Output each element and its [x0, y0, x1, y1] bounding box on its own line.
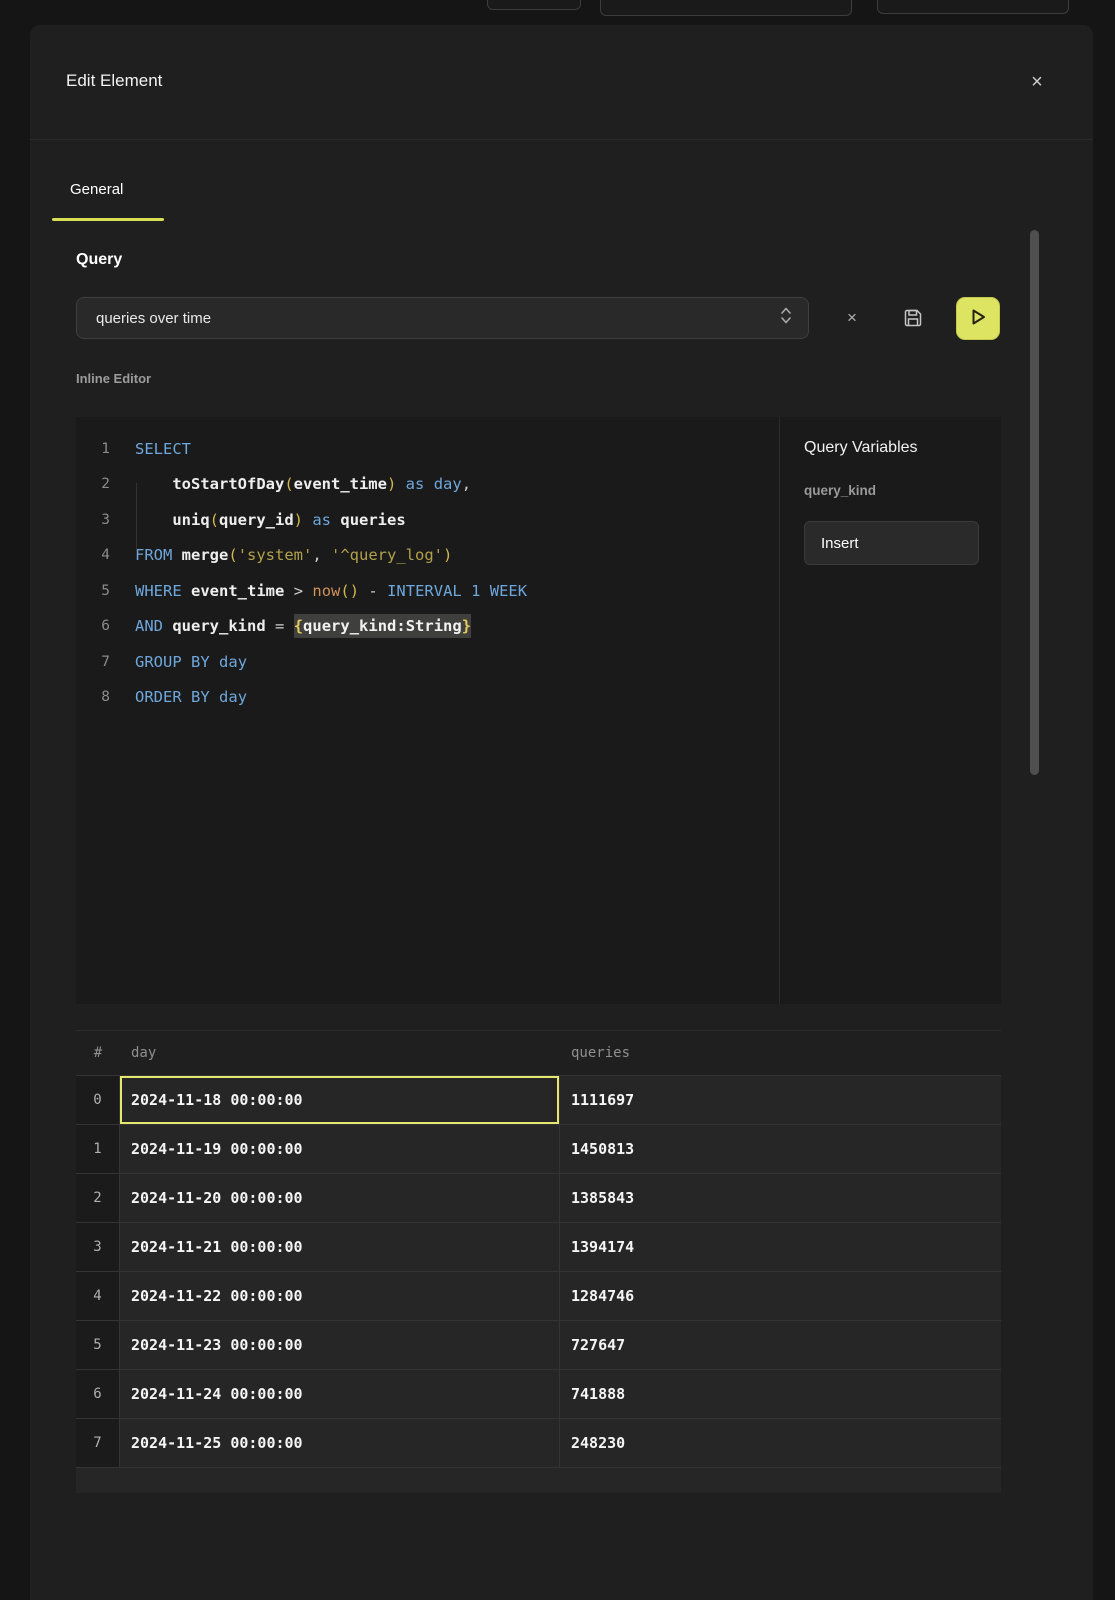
- play-icon: [967, 306, 989, 331]
- code-text: WHERE event_time > now() - INTERVAL 1 WE…: [135, 582, 527, 600]
- inline-editor-label: Inline Editor: [76, 371, 151, 386]
- code-line[interactable]: 4 FROM merge('system', '^query_log'): [76, 538, 779, 574]
- insert-variable-button[interactable]: Insert: [804, 521, 979, 565]
- line-number: 5: [76, 583, 110, 599]
- background-toolbar-input: [600, 0, 852, 16]
- table-row: 62024-11-24 00:00:00741888: [76, 1370, 1001, 1419]
- background-toolbar-button: [487, 0, 581, 10]
- row-index-cell[interactable]: 6: [76, 1370, 120, 1418]
- line-number: 1: [76, 441, 110, 457]
- table-row: 42024-11-22 00:00:001284746: [76, 1272, 1001, 1321]
- queries-cell[interactable]: 1385843: [560, 1174, 1001, 1222]
- table-row: 32024-11-21 00:00:001394174: [76, 1223, 1001, 1272]
- day-cell[interactable]: 2024-11-25 00:00:00: [120, 1419, 560, 1467]
- code-text: uniq(query_id) as queries: [135, 511, 406, 529]
- row-index-cell[interactable]: 4: [76, 1272, 120, 1320]
- query-variables-heading: Query Variables: [804, 439, 918, 457]
- variable-name-label: query_kind: [804, 483, 876, 498]
- code-line[interactable]: 3 uniq(query_id) as queries: [76, 502, 779, 538]
- code-text: AND query_kind = {query_kind:String}: [135, 617, 471, 635]
- table-row: 12024-11-19 00:00:001450813: [76, 1125, 1001, 1174]
- query-section-heading: Query: [76, 251, 122, 269]
- day-cell[interactable]: 2024-11-23 00:00:00: [120, 1321, 560, 1369]
- modal-scrollbar[interactable]: [1030, 230, 1039, 775]
- indent-guide: [136, 483, 137, 554]
- queries-cell[interactable]: 1111697: [560, 1076, 1001, 1124]
- day-cell[interactable]: 2024-11-22 00:00:00: [120, 1272, 560, 1320]
- run-query-button[interactable]: [956, 297, 1000, 340]
- table-row: 72024-11-25 00:00:00248230: [76, 1419, 1001, 1468]
- queries-cell[interactable]: 727647: [560, 1321, 1001, 1369]
- row-index-cell[interactable]: 3: [76, 1223, 120, 1271]
- row-index-cell[interactable]: 2: [76, 1174, 120, 1222]
- clear-selection-icon[interactable]: ×: [836, 303, 868, 333]
- queries-cell[interactable]: 1450813: [560, 1125, 1001, 1173]
- code-text: ORDER BY day: [135, 688, 247, 706]
- code-text: GROUP BY day: [135, 653, 247, 671]
- line-number: 4: [76, 547, 110, 563]
- edit-element-modal: Edit Element × General Query queries ove…: [30, 25, 1093, 1600]
- code-lines: 1 SELECT 2 toStartOfDay(event_time) as day…: [76, 431, 779, 715]
- query-select[interactable]: queries over time: [76, 297, 809, 339]
- row-index-cell[interactable]: 0: [76, 1076, 120, 1124]
- queries-cell[interactable]: 1394174: [560, 1223, 1001, 1271]
- close-icon[interactable]: ×: [1022, 67, 1052, 97]
- background-toolbar-input: [877, 0, 1069, 14]
- header-divider: [30, 139, 1093, 140]
- line-number: 2: [76, 476, 110, 492]
- day-cell[interactable]: 2024-11-18 00:00:00: [120, 1076, 560, 1124]
- row-index-cell[interactable]: 5: [76, 1321, 120, 1369]
- results-footer: [76, 1468, 1001, 1493]
- column-header-day: day: [120, 1031, 560, 1075]
- code-text: FROM merge('system', '^query_log'): [135, 546, 452, 564]
- day-cell[interactable]: 2024-11-20 00:00:00: [120, 1174, 560, 1222]
- queries-cell[interactable]: 1284746: [560, 1272, 1001, 1320]
- code-line[interactable]: 5 WHERE event_time > now() - INTERVAL 1 W…: [76, 573, 779, 609]
- queries-cell[interactable]: 248230: [560, 1419, 1001, 1467]
- code-line[interactable]: 7 GROUP BY day: [76, 644, 779, 680]
- code-line[interactable]: 1 SELECT: [76, 431, 779, 467]
- tab-general[interactable]: General: [70, 181, 123, 199]
- results-header: #dayqueries: [76, 1030, 1001, 1076]
- page-background: Edit Element × General Query queries ove…: [0, 0, 1115, 1600]
- tab-general-label: General: [70, 181, 123, 198]
- day-cell[interactable]: 2024-11-24 00:00:00: [120, 1370, 560, 1418]
- queries-cell[interactable]: 741888: [560, 1370, 1001, 1418]
- line-number: 3: [76, 512, 110, 528]
- table-row: 22024-11-20 00:00:001385843: [76, 1174, 1001, 1223]
- active-tab-indicator: [52, 218, 164, 221]
- row-index-cell[interactable]: 1: [76, 1125, 120, 1173]
- results-body: 02024-11-18 00:00:00111169712024-11-19 0…: [76, 1076, 1001, 1468]
- table-row: 02024-11-18 00:00:001111697: [76, 1076, 1001, 1125]
- modal-title: Edit Element: [66, 71, 162, 91]
- results-table: #dayqueries 02024-11-18 00:00:0011116971…: [76, 1030, 1001, 1493]
- table-row: 52024-11-23 00:00:00727647: [76, 1321, 1001, 1370]
- line-number: 8: [76, 689, 110, 705]
- query-select-value: queries over time: [96, 310, 780, 327]
- day-cell[interactable]: 2024-11-19 00:00:00: [120, 1125, 560, 1173]
- code-text: SELECT: [135, 440, 191, 458]
- column-header-index: #: [76, 1031, 120, 1075]
- select-chevron-icon: [780, 306, 792, 330]
- save-icon[interactable]: [894, 300, 932, 336]
- code-text: toStartOfDay(event_time) as day,: [135, 475, 471, 493]
- query-variables-panel: Query Variables query_kind Insert: [779, 417, 1001, 1004]
- row-index-cell[interactable]: 7: [76, 1419, 120, 1467]
- line-number: 7: [76, 654, 110, 670]
- day-cell[interactable]: 2024-11-21 00:00:00: [120, 1223, 560, 1271]
- column-header-queries: queries: [560, 1031, 1001, 1075]
- sql-editor[interactable]: 1 SELECT 2 toStartOfDay(event_time) as day…: [76, 417, 1001, 1004]
- code-line[interactable]: 6 AND query_kind = {query_kind:String}: [76, 609, 779, 645]
- code-line[interactable]: 2 toStartOfDay(event_time) as day,: [76, 467, 779, 503]
- line-number: 6: [76, 618, 110, 634]
- code-line[interactable]: 8 ORDER BY day: [76, 680, 779, 716]
